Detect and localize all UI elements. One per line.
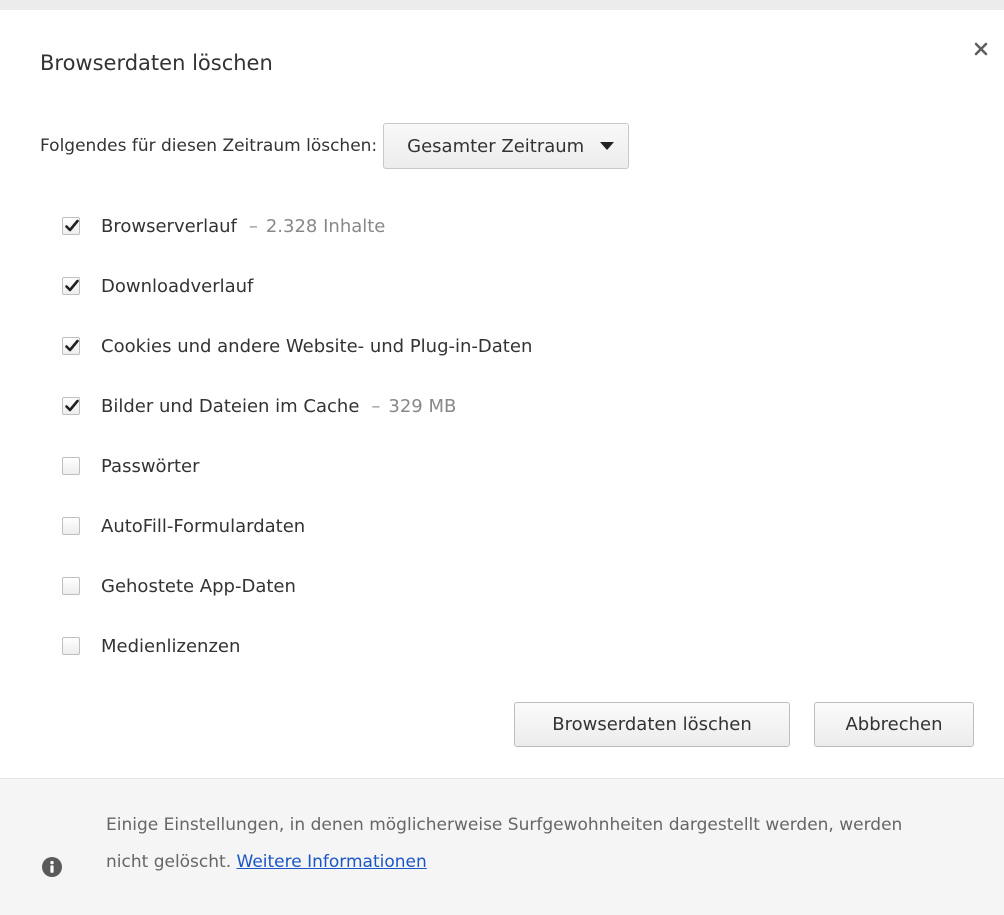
close-button[interactable]: [970, 38, 992, 60]
option-label: Bilder und Dateien im Cache: [101, 395, 360, 417]
option-label: AutoFill-Formulardaten: [101, 515, 306, 537]
checkbox-checked[interactable]: [62, 397, 80, 415]
option-label: Browserverlauf: [101, 215, 237, 237]
cancel-button[interactable]: Abbrechen: [814, 702, 974, 747]
checkmark-icon: [65, 279, 79, 292]
clear-browsing-data-dialog: Browserdaten löschen Folgendes für diese…: [0, 10, 1004, 915]
time-range-select[interactable]: Gesamter Zeitraum: [383, 123, 630, 169]
checkmark-icon: [65, 219, 79, 232]
checkbox-checked[interactable]: [62, 217, 80, 235]
time-range-value: Gesamter Zeitraum: [407, 135, 585, 157]
option-size: 329 MB: [388, 395, 457, 417]
option-label: Cookies und andere Website- und Plug-in-…: [101, 335, 533, 357]
dialog-title: Browserdaten löschen: [40, 51, 273, 75]
option-label: Medienlizenzen: [101, 635, 241, 657]
footer-message: Einige Einstellungen, in denen möglicher…: [106, 807, 926, 881]
checkbox-checked[interactable]: [62, 337, 80, 355]
checkbox-unchecked[interactable]: [62, 517, 80, 535]
info-footer: Einige Einstellungen, in denen möglicher…: [0, 778, 1004, 915]
option-separator: –: [371, 395, 381, 417]
option-cookies[interactable]: Cookies und andere Website- und Plug-in-…: [62, 316, 532, 376]
option-count: 2.328 Inhalte: [265, 215, 386, 237]
top-strip: [0, 0, 1004, 10]
option-passwoerter[interactable]: Passwörter: [62, 436, 532, 496]
option-label: Gehostete App-Daten: [101, 575, 296, 597]
time-range-label: Folgendes für diesen Zeitraum löschen:: [40, 136, 378, 156]
option-media-licenses[interactable]: Medienlizenzen: [62, 616, 532, 676]
option-cache[interactable]: Bilder und Dateien im Cache – 329 MB: [62, 376, 532, 436]
more-info-link[interactable]: Weitere Informationen: [237, 852, 427, 872]
option-label: Downloadverlauf: [101, 275, 254, 297]
checkbox-unchecked[interactable]: [62, 637, 80, 655]
data-type-options: Browserverlauf – 2.328 Inhalte Downloadv…: [62, 196, 532, 676]
clear-data-button[interactable]: Browserdaten löschen: [514, 702, 790, 747]
option-separator: –: [248, 215, 258, 237]
info-icon: [42, 857, 62, 877]
checkbox-unchecked[interactable]: [62, 577, 80, 595]
checkbox-checked[interactable]: [62, 277, 80, 295]
checkbox-unchecked[interactable]: [62, 457, 80, 475]
time-range-row: Folgendes für diesen Zeitraum löschen: G…: [40, 121, 630, 171]
checkmark-icon: [65, 399, 79, 412]
option-hosted-app-data[interactable]: Gehostete App-Daten: [62, 556, 532, 616]
close-icon: [974, 42, 988, 56]
option-downloadverlauf[interactable]: Downloadverlauf: [62, 256, 532, 316]
chevron-down-icon: [600, 142, 615, 150]
checkmark-icon: [65, 339, 79, 352]
footer-text: Einige Einstellungen, in denen möglicher…: [106, 815, 903, 872]
option-label: Passwörter: [101, 455, 200, 477]
option-autofill[interactable]: AutoFill-Formulardaten: [62, 496, 532, 556]
option-browserverlauf[interactable]: Browserverlauf – 2.328 Inhalte: [62, 196, 532, 256]
